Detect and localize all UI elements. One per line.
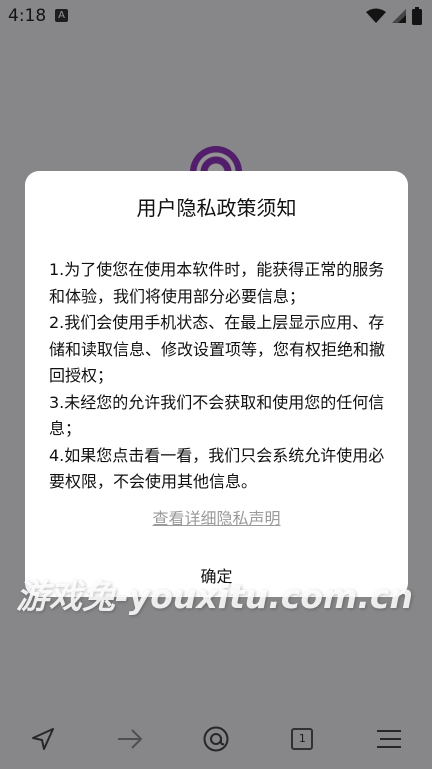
policy-item: 3.未经您的允许我们不会获取和使用您的任何信息； bbox=[49, 392, 385, 439]
privacy-dialog: 用户隐私政策须知 1.为了使您在使用本软件时，能获得正常的服务和体验，我们将使用… bbox=[25, 171, 408, 597]
policy-item: 4.如果您点击看一看，我们只会系统允许使用必要权限，不会使用其他信息。 bbox=[49, 445, 385, 492]
dialog-title: 用户隐私政策须知 bbox=[136, 196, 297, 220]
watermark: 游戏兔-youxitu.com.cn bbox=[16, 577, 413, 616]
policy-item: 2.我们会使用手机状态、在最上层显示应用、存储和读取信息、修改设置项等，您有权拒… bbox=[49, 313, 386, 385]
privacy-details-link[interactable]: 查看详细隐私声明 bbox=[25, 505, 408, 529]
policy-item: 1.为了使您在使用本软件时，能获得正常的服务和体验，我们将使用部分必要信息； bbox=[49, 260, 385, 306]
dialog-body: 1.为了使您在使用本软件时，能获得正常的服务和体验，我们将使用部分必要信息； 2… bbox=[49, 257, 389, 496]
screen: 4:18 A 1 用户隐私政策须知 1.为了使您在使用本软件时，能获得正常的服务… bbox=[0, 0, 432, 769]
